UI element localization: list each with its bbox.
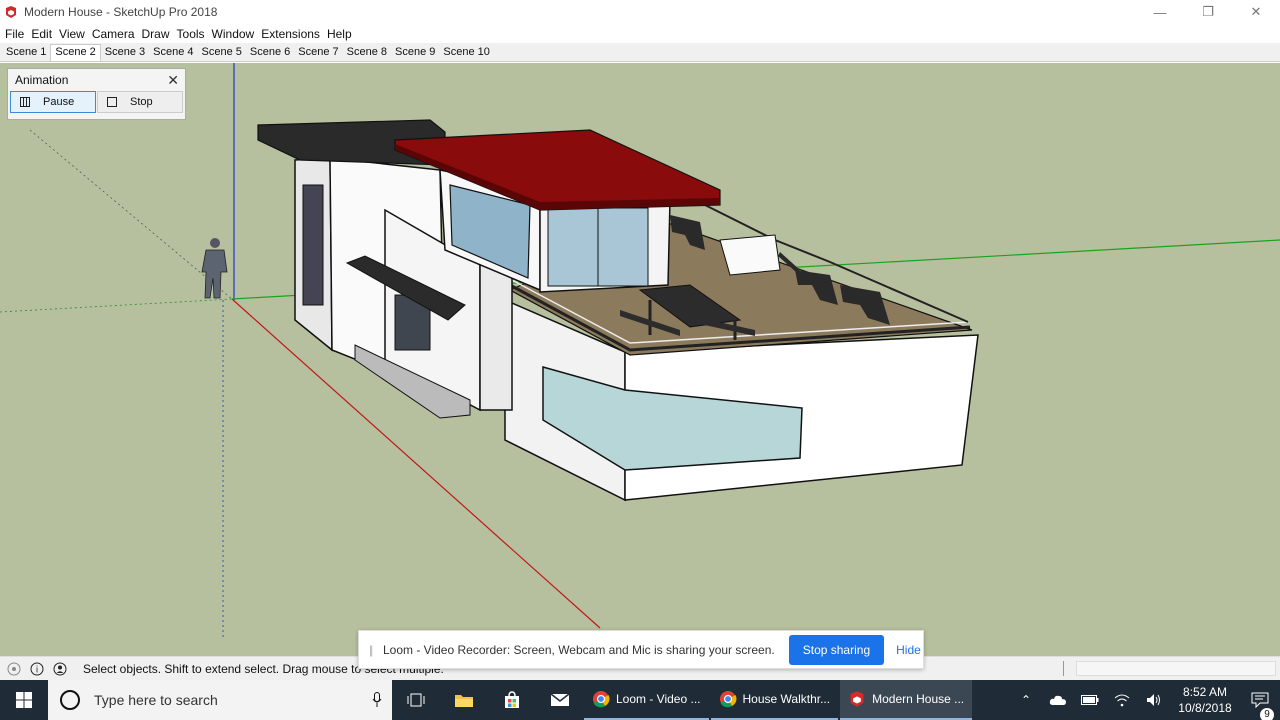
tab-scene-9[interactable]: Scene 9 — [391, 45, 439, 61]
animation-dialog-header: Animation ✕ — [8, 69, 185, 91]
tab-scene-7[interactable]: Scene 7 — [294, 45, 342, 61]
taskbar-app-loom[interactable]: Loom - Video ... — [584, 680, 709, 720]
chevron-up-icon[interactable]: ⌃ — [1010, 693, 1042, 707]
user-account-icon[interactable] — [51, 660, 69, 678]
chrome-icon — [719, 691, 736, 708]
menu-camera[interactable]: Camera — [89, 27, 138, 41]
wifi-icon[interactable] — [1106, 693, 1138, 707]
chrome-icon — [593, 691, 610, 708]
loom-message: Loom - Video Recorder: Screen, Webcam an… — [383, 642, 775, 657]
green-axis-dotted — [0, 298, 233, 313]
tab-scene-10[interactable]: Scene 10 — [439, 45, 493, 61]
svg-text:i: i — [36, 665, 39, 675]
search-placeholder: Type here to search — [94, 692, 218, 708]
tab-scene-2[interactable]: Scene 2 — [50, 44, 101, 61]
menu-bar: File Edit View Camera Draw Tools Window … — [0, 24, 1280, 43]
red-axis-dotted — [29, 129, 233, 300]
pause-button[interactable]: Pause — [10, 91, 96, 113]
windows-logo-icon — [16, 692, 32, 708]
animation-controls: Pause Stop — [8, 91, 185, 113]
notification-icon[interactable]: 9 — [1240, 692, 1280, 720]
tab-scene-8[interactable]: Scene 8 — [343, 45, 391, 61]
mail-icon[interactable] — [536, 680, 584, 720]
battery-icon[interactable] — [1074, 695, 1106, 705]
file-explorer-icon[interactable] — [440, 680, 488, 720]
clock[interactable]: 8:52 AM 10/8/2018 — [1170, 684, 1240, 716]
taskbar-app-sketchup[interactable]: Modern House ... — [840, 680, 973, 720]
tab-scene-3[interactable]: Scene 3 — [101, 45, 149, 61]
window-controls: — ❐ ✕ — [1136, 0, 1280, 24]
taskbar-app-label: Loom - Video ... — [616, 692, 701, 706]
taskbar-app-house-walkthrough[interactable]: House Walkthr... — [710, 680, 839, 720]
window-title: Modern House - SketchUp Pro 2018 — [24, 5, 218, 19]
taskbar-search[interactable]: Type here to search — [48, 680, 392, 720]
close-icon[interactable]: ✕ — [1232, 0, 1280, 24]
menu-extensions[interactable]: Extensions — [258, 27, 323, 41]
credits-icon[interactable]: i — [28, 660, 46, 678]
menu-file[interactable]: File — [2, 27, 27, 41]
taskbar-app-label: House Walkthr... — [742, 692, 831, 706]
house-model-drawing — [0, 63, 1280, 640]
tab-scene-5[interactable]: Scene 5 — [198, 45, 246, 61]
stop-label: Stop — [130, 96, 153, 108]
model-viewport[interactable] — [0, 63, 1280, 656]
clock-time: 8:52 AM — [1182, 685, 1228, 699]
pause-icon — [17, 97, 33, 107]
person-figure — [201, 238, 228, 299]
hide-link[interactable]: Hide — [896, 643, 921, 657]
menu-help[interactable]: Help — [324, 27, 355, 41]
tab-scene-6[interactable]: Scene 6 — [246, 45, 294, 61]
system-tray: ⌃ 8:52 AM 10/8/2018 9 — [1010, 680, 1280, 720]
taskbar-app-label: Modern House ... — [872, 692, 965, 706]
sketchup-logo-icon — [6, 6, 16, 18]
title-bar: Modern House - SketchUp Pro 2018 — ❐ ✕ — [0, 0, 1280, 24]
pause-label: Pause — [43, 96, 75, 108]
measurements-field[interactable] — [1076, 661, 1276, 676]
clock-date: 10/8/2018 — [1178, 701, 1232, 715]
minimize-icon[interactable]: — — [1136, 0, 1184, 24]
animation-dialog-title: Animation — [15, 73, 69, 87]
scene-tabs: Scene 1 Scene 2 Scene 3 Scene 4 Scene 5 … — [0, 43, 1280, 62]
volume-icon[interactable] — [1138, 693, 1170, 707]
status-divider — [1063, 661, 1064, 676]
menu-window[interactable]: Window — [209, 27, 258, 41]
drag-handle-icon[interactable]: || — [369, 643, 379, 657]
restore-icon[interactable]: ❐ — [1184, 0, 1232, 24]
cortana-icon — [60, 690, 80, 710]
close-icon[interactable]: ✕ — [167, 72, 179, 89]
animation-dialog: Animation ✕ Pause Stop — [7, 68, 186, 120]
start-button[interactable] — [0, 680, 48, 720]
notification-badge: 9 — [1260, 708, 1274, 720]
loom-sharing-bar: || Loom - Video Recorder: Screen, Webcam… — [358, 630, 924, 669]
menu-draw[interactable]: Draw — [139, 27, 173, 41]
stop-icon — [104, 97, 120, 107]
task-view-icon[interactable] — [392, 680, 440, 720]
menu-view[interactable]: View — [56, 27, 88, 41]
tab-scene-1[interactable]: Scene 1 — [2, 45, 50, 61]
tab-scene-4[interactable]: Scene 4 — [149, 45, 197, 61]
store-icon[interactable] — [488, 680, 536, 720]
geolocation-icon[interactable] — [5, 660, 23, 678]
menu-tools[interactable]: Tools — [174, 27, 208, 41]
stop-sharing-button[interactable]: Stop sharing — [788, 634, 885, 665]
onedrive-icon[interactable] — [1042, 694, 1074, 706]
taskbar: Type here to search Loom - Video ... Hou… — [0, 680, 1280, 720]
stop-button[interactable]: Stop — [97, 91, 183, 113]
menu-edit[interactable]: Edit — [28, 27, 55, 41]
sketchup-logo-icon — [850, 691, 864, 707]
microphone-icon[interactable] — [362, 692, 392, 708]
